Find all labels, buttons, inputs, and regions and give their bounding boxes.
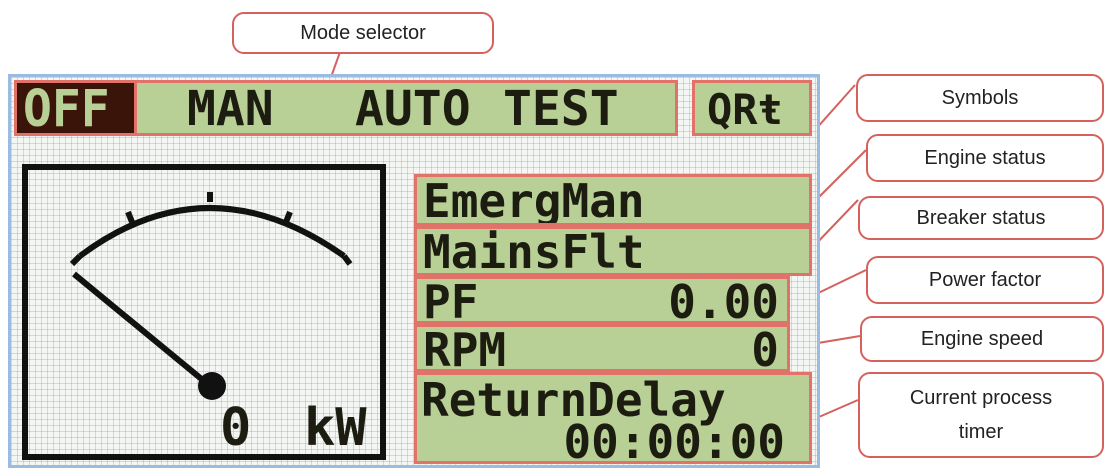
gauge-unit: kW	[304, 398, 367, 458]
callout-engine-speed-text: Engine speed	[920, 327, 1044, 350]
callout-engine-status: Engine status	[866, 134, 1104, 182]
breaker-status-value: MainsFlt	[423, 226, 645, 276]
rpm-row: RPM 0	[414, 324, 790, 372]
power-gauge: 0 kW	[22, 164, 386, 460]
callout-symbols-text: Symbols	[941, 86, 1019, 109]
status-symbols: QRŧ	[707, 85, 783, 134]
engine-status-row: EmergMan	[414, 174, 812, 226]
callout-mode-selector-text: Mode selector	[300, 21, 426, 44]
callout-mode-selector: Mode selector	[232, 12, 494, 54]
callout-process-timer-line2: timer	[958, 421, 1004, 443]
timer-value: 00:00:00	[563, 415, 785, 464]
gauge-value: 0	[220, 398, 252, 458]
mode-test[interactable]: TEST	[503, 85, 619, 133]
power-factor-row: PF 0.00	[414, 276, 790, 324]
mode-off-label: OFF	[23, 79, 110, 139]
callout-breaker-status-text: Breaker status	[916, 206, 1046, 229]
callout-power-factor-text: Power factor	[928, 268, 1042, 291]
rpm-value: 0	[751, 324, 779, 372]
callout-breaker-status: Breaker status	[858, 196, 1104, 240]
mode-selector-bar: MAN AUTO TEST	[134, 80, 678, 136]
power-factor-value: 0.00	[668, 276, 779, 324]
rpm-label: RPM	[423, 324, 507, 372]
power-factor-label: PF	[423, 276, 479, 324]
process-timer-row: ReturnDelay 00:00:00	[414, 372, 812, 464]
callout-symbols: Symbols	[856, 74, 1104, 122]
breaker-status-row: MainsFlt	[414, 226, 812, 276]
mode-man[interactable]: MAN	[187, 85, 274, 133]
callout-power-factor: Power factor	[866, 256, 1104, 304]
callout-engine-status-text: Engine status	[924, 146, 1046, 169]
mode-off-selected[interactable]: OFF	[14, 80, 137, 136]
callout-process-timer-line1: Current process	[909, 387, 1053, 409]
engine-status-value: EmergMan	[423, 174, 645, 226]
callout-engine-speed: Engine speed	[860, 316, 1104, 362]
callout-process-timer: Current process timer	[858, 372, 1104, 458]
symbols-box: QRŧ	[692, 80, 812, 136]
mode-auto[interactable]: AUTO	[355, 85, 471, 133]
